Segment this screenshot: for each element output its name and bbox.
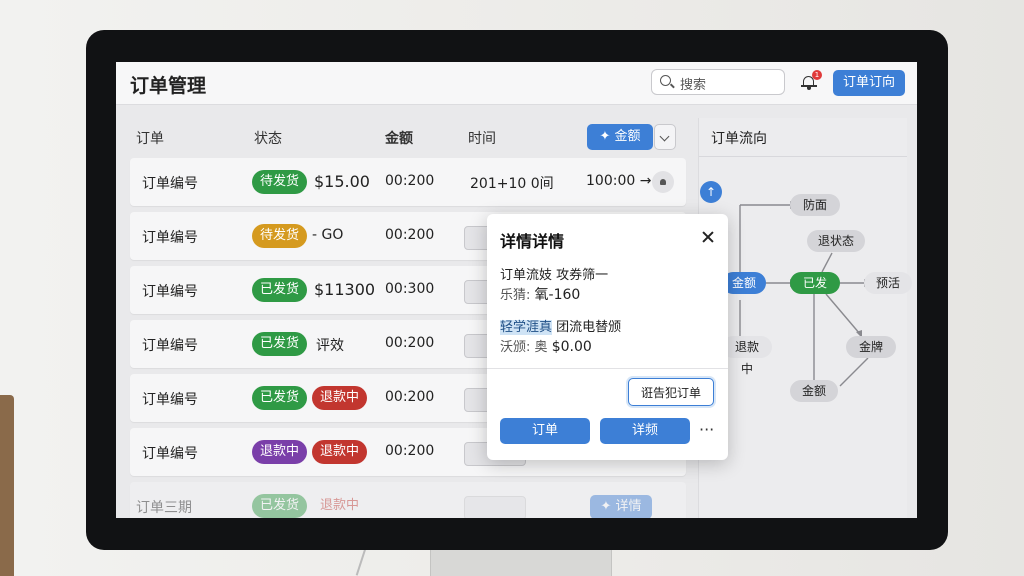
table-row[interactable]: 订单三期 已发货 退款中 ✦ 详情 [130, 482, 686, 518]
status-badge: 已发货 [252, 332, 308, 356]
monitor-stand [430, 548, 612, 576]
sparkle-icon: ✦ [599, 129, 611, 144]
order-extra: 100:00 → [586, 173, 652, 189]
order-time: 00:200 [385, 173, 435, 189]
flow-node[interactable]: 金额 [722, 272, 766, 294]
column-header-time[interactable]: 时间 [468, 128, 496, 148]
modal-line: 乐猜: 氧-160 [500, 287, 581, 303]
status-badge: 已发货 [252, 278, 308, 302]
column-header-status[interactable]: 状态 [254, 128, 282, 148]
table-header: 订单 状态 金额 时间 ✦ 金额 [130, 118, 686, 154]
order-id: 订单编号 [142, 338, 198, 354]
page-title: 订单管理 [130, 75, 207, 97]
search-icon [660, 75, 671, 86]
wooden-shelf [0, 395, 14, 576]
status-badge: 退款中 [252, 440, 308, 464]
column-header-amount[interactable]: 金额 [385, 128, 413, 148]
notification-badge: 1 [812, 70, 822, 80]
ghost-button[interactable] [464, 496, 526, 518]
modal-line: 订单流妓 攻券筛一 [500, 268, 609, 283]
flow-node[interactable]: 金额 [790, 380, 838, 402]
order-action-button[interactable]: 诳告犯订单 [628, 378, 714, 406]
table-row[interactable]: 订单编号 待发货 $15.00 00:200 201+10 0间 100:00 … [130, 158, 686, 206]
flow-node[interactable]: 金牌 [846, 336, 896, 358]
more-icon[interactable]: ··· [699, 420, 714, 439]
modal-line: 轻学涯真 团流电替颁 [500, 320, 622, 335]
details-modal: 详情详情 订单流妓 攻券筛一 乐猜: 氧-160 轻学涯真 团流电替颁 沃颁: … [487, 214, 728, 460]
order-button[interactable]: 订单 [500, 418, 590, 444]
arrow-up-icon[interactable]: ↑ [700, 181, 722, 203]
search-input[interactable]: 搜索 [651, 69, 785, 95]
order-time: 00:300 [385, 281, 435, 297]
search-placeholder: 搜索 [680, 78, 707, 93]
column-header-order[interactable]: 订单 [136, 128, 164, 148]
flow-node[interactable]: 退状态 [807, 230, 865, 252]
panel-title: 订单流向 [711, 131, 767, 147]
details-button[interactable]: 详频 [600, 418, 690, 444]
flow-node[interactable]: 已发 [790, 272, 840, 294]
flow-node[interactable]: 防面 [790, 194, 840, 216]
row-action-icon[interactable] [652, 171, 674, 193]
status-badge: 待发货 [252, 224, 308, 248]
top-bar: 订单管理 搜索 1 订单订向 [116, 62, 917, 105]
divider [487, 368, 728, 369]
order-time: 00:200 [385, 335, 435, 351]
order-id: 订单编号 [142, 230, 198, 246]
order-amount: - GO [312, 227, 344, 243]
highlight-text: 轻学涯真 [500, 320, 553, 335]
divider [699, 156, 907, 157]
flow-node[interactable]: 退款中 [722, 336, 772, 376]
status-badge: 待发货 [252, 170, 308, 194]
bell-icon[interactable]: 1 [801, 70, 822, 90]
status-badge: 已发货 [252, 494, 308, 518]
order-amount: $11300 [314, 280, 376, 299]
chevron-down-icon[interactable] [654, 124, 676, 150]
modal-title: 详情详情 [500, 232, 565, 251]
order-amount: 评效 [316, 338, 344, 354]
flow-node[interactable]: 预活 [864, 272, 912, 294]
details-button[interactable]: ✦ 详情 [590, 495, 652, 518]
order-date: 201+10 0间 [470, 176, 554, 192]
status-badge: 退款中 [312, 386, 368, 410]
order-time: 00:200 [385, 389, 435, 405]
close-icon[interactable] [701, 230, 715, 244]
order-amount: $15.00 [314, 172, 370, 191]
order-id: 订单三期 [136, 500, 192, 516]
status-badge: 退款中 [312, 440, 368, 464]
order-id: 订单编号 [142, 176, 198, 192]
status-badge: 已发货 [252, 386, 308, 410]
flow-panel: 订单流向 [698, 118, 907, 518]
order-direction-button[interactable]: 订单订向 [833, 70, 905, 96]
order-time: 00:200 [385, 443, 435, 459]
modal-line: 沃颁: 奥 $0.00 [500, 339, 592, 355]
order-id: 订单编号 [142, 284, 198, 300]
order-time: 00:200 [385, 227, 435, 243]
amount-filter-button[interactable]: ✦ 金额 [587, 124, 653, 150]
order-id: 订单编号 [142, 446, 198, 462]
order-id: 订单编号 [142, 392, 198, 408]
status-badge: 退款中 [320, 498, 360, 513]
